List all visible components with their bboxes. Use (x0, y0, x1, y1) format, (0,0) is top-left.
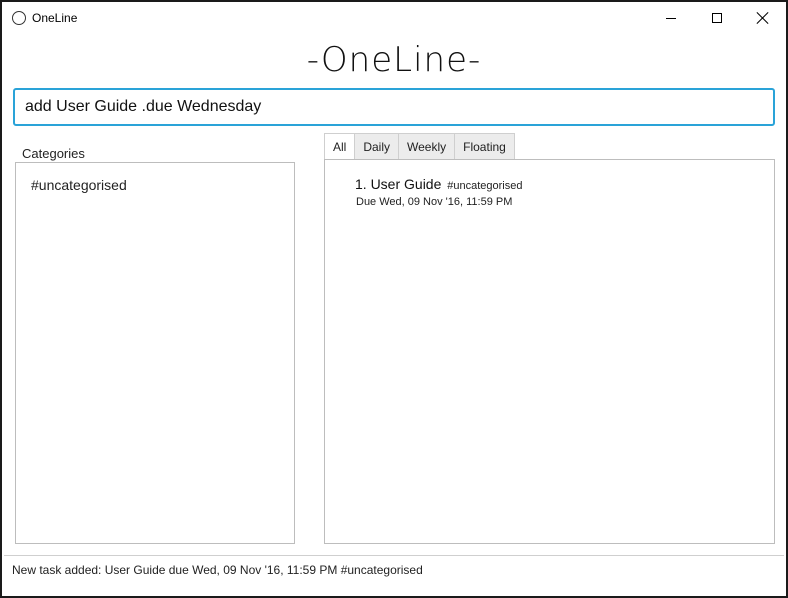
categories-list: #uncategorised (15, 162, 295, 544)
circle-app-icon (12, 11, 26, 25)
status-message: New task added: User Guide due Wed, 09 N… (12, 563, 423, 577)
app-window: OneLine -OneLine- Categories #uncategori… (0, 0, 788, 598)
task-tag: #uncategorised (447, 180, 523, 192)
tab-daily[interactable]: Daily (354, 133, 400, 159)
title-bar[interactable]: OneLine (2, 2, 786, 34)
task-due-date: Due Wed, 09 Nov '16, 11:59 PM (356, 196, 513, 208)
command-input[interactable] (13, 88, 775, 126)
app-logo: -OneLine- (306, 40, 482, 80)
task-item[interactable]: 1. User Guide #uncategorised (355, 176, 523, 192)
maximize-icon (712, 13, 722, 23)
tab-all[interactable]: All (324, 133, 356, 159)
task-title: 1. User Guide (355, 176, 442, 192)
close-button[interactable] (740, 2, 786, 34)
window-title: OneLine (32, 11, 78, 25)
task-list: 1. User Guide #uncategorised Due Wed, 09… (324, 159, 775, 544)
minimize-button[interactable] (648, 2, 694, 34)
category-item-uncategorised[interactable]: #uncategorised (31, 177, 127, 193)
tab-weekly[interactable]: Weekly (398, 133, 456, 159)
task-filter-tabs: All Daily Weekly Floating (324, 133, 515, 159)
maximize-button[interactable] (694, 2, 740, 34)
status-bar: New task added: User Guide due Wed, 09 N… (4, 555, 784, 594)
close-icon (757, 12, 769, 24)
minimize-icon (666, 17, 676, 19)
categories-label: Categories (22, 146, 85, 161)
tab-floating[interactable]: Floating (454, 133, 515, 159)
